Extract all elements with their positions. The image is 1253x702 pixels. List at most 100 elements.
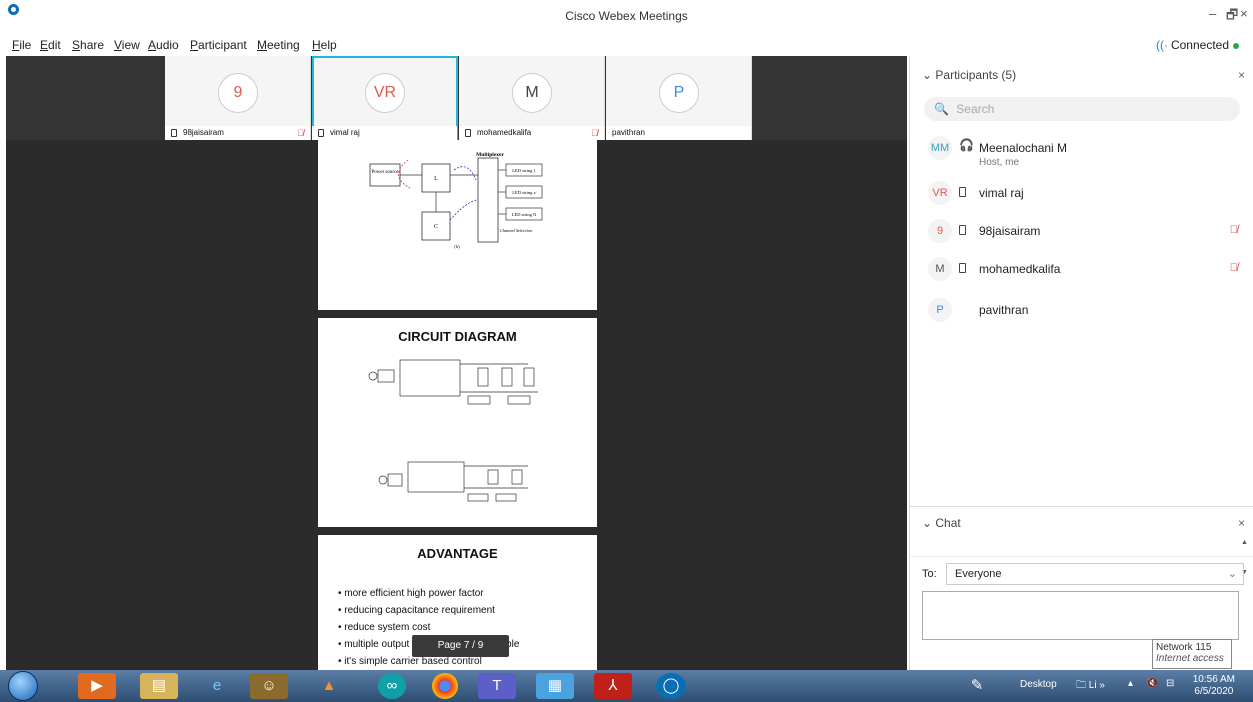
tile-name: vimal raj (330, 128, 360, 137)
li-toolbar[interactable]: 🗀 Li » (1076, 678, 1105, 695)
video-tile-active[interactable]: VR vimal raj (312, 56, 458, 140)
close-participants-button[interactable]: × (1238, 68, 1245, 82)
acrobat-icon[interactable]: ⅄ (594, 673, 632, 699)
svg-text:C: C (434, 224, 438, 230)
list-item: more efficient high power factor (338, 585, 597, 602)
participant-name: Meenalochani M (979, 141, 1068, 155)
minimize-button[interactable]: – (1209, 6, 1216, 21)
network-icon[interactable]: ⊟ (1166, 678, 1174, 689)
tray-expand-icon[interactable]: ▴ (1128, 678, 1133, 689)
chrome-icon[interactable] (432, 673, 458, 699)
tile-name: 98jaisairam (183, 128, 224, 137)
chevron-down-icon: ⌄ (922, 68, 936, 82)
participant-search[interactable]: 🔍 (924, 97, 1240, 121)
advantage-list: more efficient high power factor reducin… (338, 585, 597, 670)
search-icon: 🔍 (934, 102, 949, 116)
close-button[interactable]: × (1240, 6, 1248, 21)
video-tile[interactable]: 9 98jaisairam 🎙̸ (165, 56, 311, 140)
teams-icon[interactable]: T (478, 673, 516, 699)
internet-explorer-icon[interactable]: e (198, 673, 236, 699)
circuit-figure (368, 359, 538, 502)
muted-mic-icon[interactable]: 🎙̸ (1230, 262, 1238, 274)
taskbar: ▶ ▤ e ☺ ▲ ∞ T ▦ ⅄ ◯ ✎ Desktop 🗀 Li » ▴ 🔇… (0, 670, 1253, 702)
volume-icon[interactable]: 🔇 (1146, 678, 1158, 689)
chat-header[interactable]: ⌄ Chat (922, 516, 961, 530)
phone-icon (465, 128, 471, 137)
system-clock[interactable]: 10:56 AM 6/5/2020 (1193, 674, 1235, 698)
phone-icon (959, 225, 966, 235)
file-explorer-icon[interactable]: ▤ (140, 673, 178, 699)
video-tile[interactable]: P pavithran (606, 56, 752, 140)
tile-name: mohamedkalifa (477, 128, 532, 137)
recipient-select[interactable]: Everyone ⌄ (946, 563, 1244, 585)
webex-icon[interactable]: ◯ (656, 673, 686, 699)
menu-participant[interactable]: Participant (190, 38, 247, 52)
participants-header[interactable]: ⌄ Participants (5) (922, 68, 1016, 82)
search-input[interactable] (956, 102, 1217, 116)
participant-row[interactable]: P pavithran (928, 295, 1248, 325)
chat-recipient-row: To: Everyone ⌄ (910, 556, 1253, 591)
avatar: P (928, 298, 952, 322)
slide-circuit-diagram: CIRCUIT DIAGRAM (318, 318, 597, 527)
avatar: 9 (218, 73, 258, 113)
menu-audio[interactable]: Audio (148, 38, 179, 52)
game-app-icon[interactable]: ☺ (250, 673, 288, 699)
participant-row[interactable]: VR vimal raj (928, 178, 1248, 208)
participant-name: vimal raj (979, 186, 1024, 200)
control-panel-icon[interactable]: ▦ (536, 673, 574, 699)
channel-selection-label: Channel Selection (500, 228, 534, 233)
muted-mic-icon[interactable]: 🎙̸ (1230, 224, 1238, 236)
participant-row[interactable]: M mohamedkalifa 🎙̸ (928, 254, 1248, 284)
arduino-icon[interactable]: ∞ (378, 673, 406, 699)
slide-title: ADVANTAGE (417, 546, 498, 561)
media-player-icon[interactable]: ▶ (78, 673, 116, 699)
phone-icon (959, 187, 966, 197)
participant-name: pavithran (979, 303, 1029, 317)
avatar: 9 (928, 219, 952, 243)
menu-file[interactable]: File (12, 38, 31, 52)
participant-role: Host, me (979, 157, 1020, 168)
menu-edit[interactable]: Edit (40, 38, 61, 52)
pen-icon[interactable]: ✎ (964, 673, 990, 699)
title-bar: Cisco Webex Meetings – 🗗 × (0, 0, 1253, 34)
avatar: M (512, 73, 552, 113)
maximize-button[interactable]: 🗗 (1226, 6, 1238, 28)
page-indicator[interactable]: Page 7 / 9 (412, 635, 509, 657)
participant-row[interactable]: MM 🎧 Meenalochani M Host, me (928, 133, 1248, 168)
list-item: reducing capacitance requirement (338, 602, 597, 619)
desktop-toolbar[interactable]: Desktop (1020, 679, 1057, 690)
tile-name: pavithran (612, 128, 645, 137)
avatar: VR (928, 181, 952, 205)
connected-dot-icon (1233, 42, 1239, 49)
connection-status[interactable]: ((· Connected (1156, 38, 1239, 52)
menu-meeting[interactable]: Meeting (257, 38, 300, 52)
muted-mic-icon: 🎙̸ (297, 128, 304, 138)
led-string-label: LED string x (512, 190, 536, 195)
avatar: M (928, 257, 952, 281)
video-tile[interactable]: M mohamedkalifa 🎙̸ (459, 56, 605, 140)
audio-wave-icon: ((· (1155, 38, 1168, 52)
participant-name: mohamedkalifa (979, 262, 1061, 276)
participant-row[interactable]: 9 98jaisairam 🎙̸ (928, 216, 1248, 246)
led-string-label: LED string 1 (512, 168, 536, 173)
matlab-icon[interactable]: ▲ (310, 673, 348, 699)
menu-view[interactable]: View (114, 38, 140, 52)
chevron-down-icon: ⌄ (1227, 568, 1237, 580)
start-button[interactable] (8, 671, 38, 701)
close-chat-button[interactable]: × (1238, 516, 1245, 530)
window-title: Cisco Webex Meetings (565, 9, 688, 23)
figure-label: (b) (454, 244, 460, 249)
list-item: reduce system cost (338, 619, 597, 636)
slide-block-diagram: Power source L C Multiplexer LED string … (318, 140, 597, 310)
phone-icon (318, 128, 324, 137)
chat-input[interactable] (922, 591, 1239, 640)
avatar: VR (365, 73, 405, 113)
divider (910, 506, 1253, 507)
avatar: MM (928, 136, 952, 160)
participant-name: 98jaisairam (979, 224, 1041, 238)
menu-share[interactable]: Share (72, 38, 104, 52)
slide-title: CIRCUIT DIAGRAM (398, 329, 517, 344)
multiplexer-label: Multiplexer (476, 152, 504, 158)
menu-help[interactable]: Help (312, 38, 337, 52)
side-panel: ⌄ Participants (5) × 🔍 MM 🎧 Meenalochani… (909, 56, 1253, 670)
